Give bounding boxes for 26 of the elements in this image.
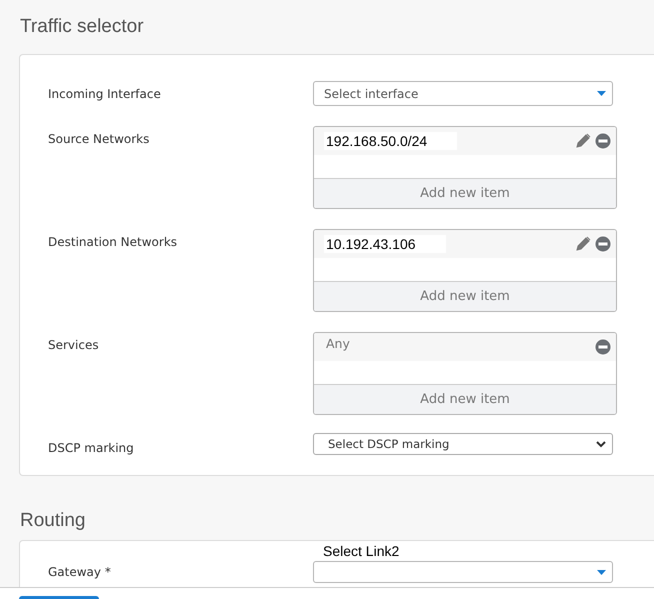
remove-icon[interactable] [595, 133, 611, 149]
remove-icon[interactable] [595, 236, 611, 252]
field-label: Destination Networks [48, 234, 178, 249]
annotation-text: Select Link2 [323, 543, 400, 559]
list-item-value: Any [325, 335, 351, 352]
field-label: DSCP marking [48, 440, 135, 455]
section-title: Routing [19, 509, 86, 533]
list-item-value: 10.192.43.106 [324, 235, 446, 253]
field-label: Source Networks [48, 131, 150, 146]
field-label: Incoming Interface [48, 86, 162, 101]
dropdown-arrow-icon [597, 570, 606, 574]
remove-icon[interactable] [595, 339, 611, 355]
field-label: Services [48, 337, 100, 352]
pencil-icon[interactable] [575, 133, 591, 149]
add-item-button[interactable]: Add new item [314, 178, 616, 208]
field-label: Gateway * [48, 564, 112, 579]
list-item-value: 192.168.50.0/24 [324, 132, 458, 150]
dropdown-arrow-icon [597, 91, 606, 96]
section-title: Traffic selector [19, 15, 145, 39]
chevron-down-icon [596, 440, 606, 448]
dropdown-field[interactable]: Select interface [313, 81, 613, 106]
select-field[interactable]: Select DSCP marking [313, 433, 613, 455]
add-item-button[interactable]: Add new item [314, 281, 616, 311]
pencil-icon[interactable] [575, 236, 591, 252]
dropdown-field[interactable] [313, 561, 613, 583]
add-item-button[interactable]: Add new item [314, 384, 616, 414]
